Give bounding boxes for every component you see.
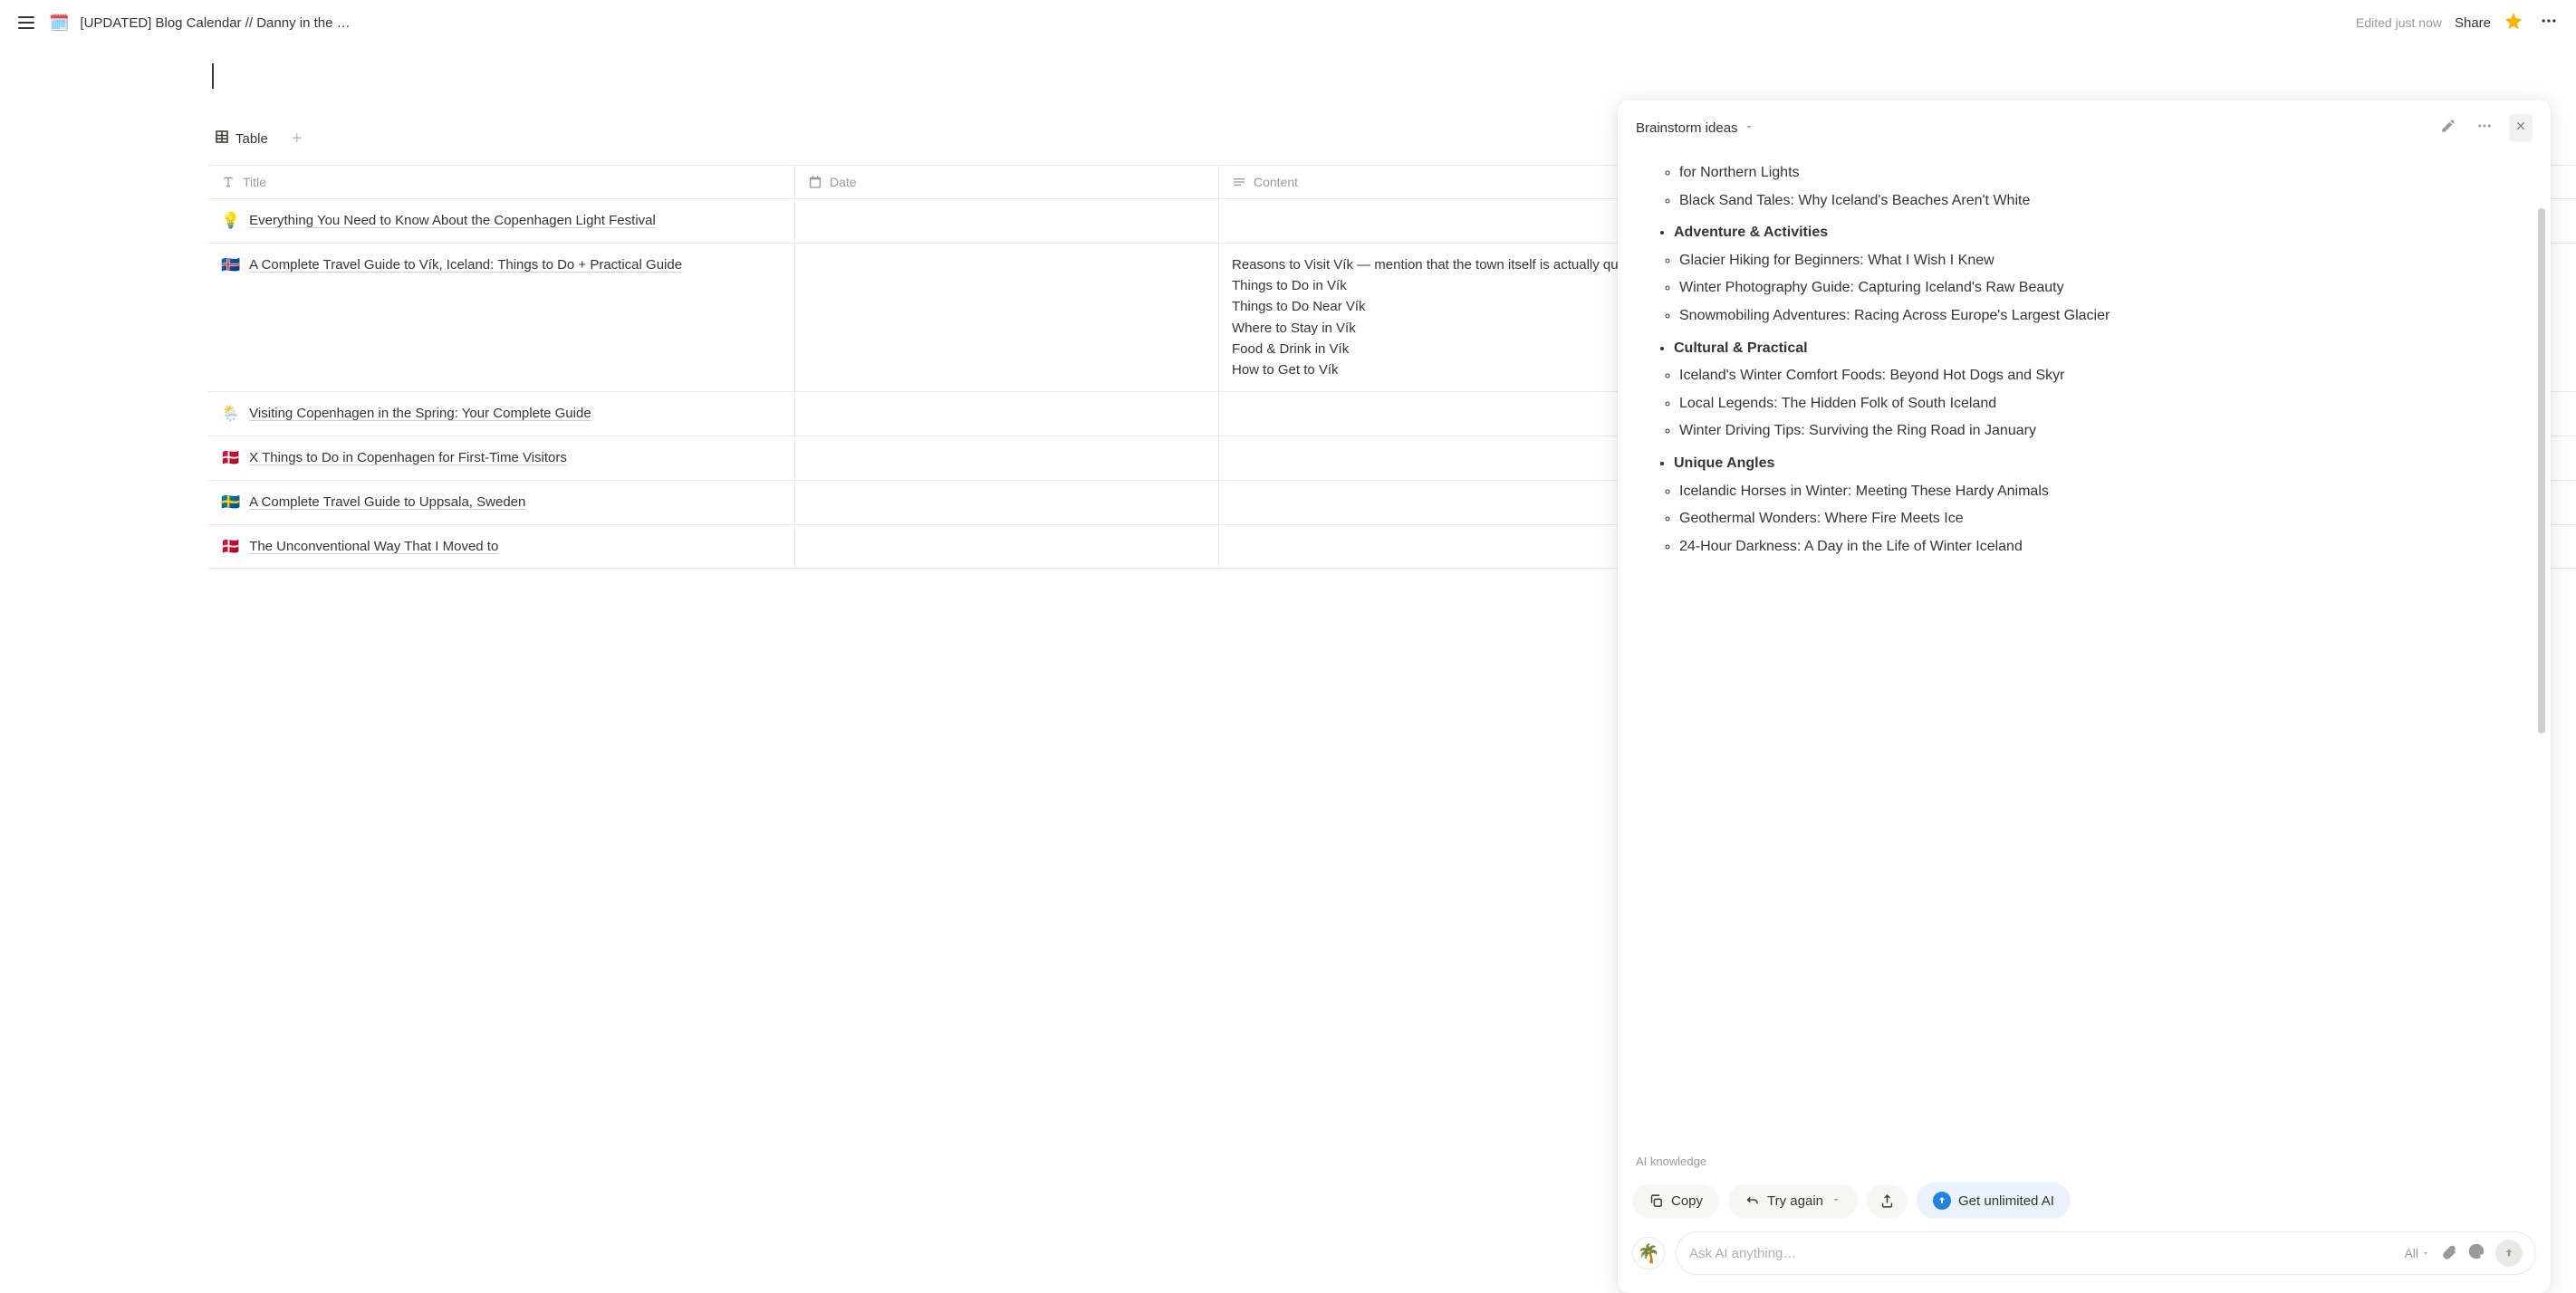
calendar-icon (808, 175, 822, 189)
menu-button[interactable] (14, 13, 38, 33)
row-date-cell[interactable] (795, 199, 1219, 243)
upgrade-button[interactable]: Get unlimited AI (1917, 1183, 2071, 1219)
list-item: Iceland's Winter Comfort Foods: Beyond H… (1679, 364, 2520, 388)
row-emoji: 🇩🇰 (221, 447, 240, 469)
section-heading: Cultural & Practical (1674, 337, 2520, 360)
scrollbar[interactable] (2538, 208, 2545, 733)
section-heading: Adventure & Activities (1674, 221, 2520, 244)
close-button[interactable] (2509, 114, 2533, 142)
row-emoji: 🇸🇪 (221, 492, 240, 513)
list-item: Glacier Hiking for Beginners: What I Wis… (1679, 249, 2520, 273)
row-emoji: 🇮🇸 (221, 254, 240, 276)
up-arrow-icon (1933, 1192, 1951, 1210)
send-button[interactable] (2495, 1240, 2523, 1267)
list-item: Geothermal Wonders: Where Fire Meets Ice (1679, 507, 2520, 531)
row-title[interactable]: A Complete Travel Guide to Vík, Iceland:… (249, 254, 682, 275)
list-item: for Northern Lights (1679, 161, 2520, 185)
chevron-down-icon (1744, 120, 1754, 137)
attachment-icon[interactable] (2441, 1243, 2457, 1264)
copy-icon (1648, 1193, 1664, 1209)
list-item: 24-Hour Darkness: A Day in the Life of W… (1679, 535, 2520, 559)
table-view-tab[interactable]: Table (207, 125, 275, 152)
ai-input-container[interactable]: All (1676, 1231, 2536, 1275)
share-ai-button[interactable] (1867, 1184, 1908, 1218)
row-title[interactable]: Visiting Copenhagen in the Spring: Your … (249, 403, 591, 424)
row-emoji: 🇩🇰 (221, 536, 240, 558)
edit-icon[interactable] (2437, 114, 2460, 142)
list-item: Winter Driving Tips: Surviving the Ring … (1679, 419, 2520, 443)
row-date-cell[interactable] (795, 244, 1219, 392)
edited-status: Edited just now (2356, 15, 2442, 30)
row-title[interactable]: X Things to Do in Copenhagen for First-T… (249, 447, 567, 468)
more-options-icon[interactable] (2536, 8, 2562, 38)
page-icon: 🗓️ (49, 14, 69, 33)
row-title[interactable]: The Unconventional Way That I Moved to (249, 536, 498, 557)
column-header-date[interactable]: Date (795, 166, 1219, 198)
ai-response-body[interactable]: for Northern Lights Black Sand Tales: Why… (1618, 157, 2551, 1147)
row-title[interactable]: A Complete Travel Guide to Uppsala, Swed… (249, 492, 525, 512)
favorite-star-icon[interactable] (2504, 11, 2523, 35)
chevron-down-icon (1831, 1193, 1841, 1209)
list-item: Local Legends: The Hidden Folk of South … (1679, 392, 2520, 416)
section-heading: Unique Angles (1674, 452, 2520, 475)
text-cursor[interactable] (212, 63, 214, 89)
ai-knowledge-label[interactable]: AI knowledge (1618, 1147, 2551, 1175)
more-dots-icon[interactable] (2473, 114, 2496, 142)
copy-button[interactable]: Copy (1632, 1184, 1719, 1218)
row-date-cell[interactable] (795, 525, 1219, 569)
ai-input[interactable] (1689, 1246, 2395, 1261)
row-date-cell[interactable] (795, 392, 1219, 436)
row-date-cell[interactable] (795, 481, 1219, 524)
mention-icon[interactable] (2468, 1243, 2485, 1264)
table-icon (214, 129, 230, 148)
page-title[interactable]: [UPDATED] Blog Calendar // Danny in the … (80, 15, 350, 31)
column-header-title[interactable]: Title (208, 166, 795, 198)
row-title[interactable]: Everything You Need to Know About the Co… (249, 210, 656, 231)
list-item: Icelandic Horses in Winter: Meeting Thes… (1679, 480, 2520, 503)
share-button[interactable]: Share (2455, 15, 2491, 31)
view-tab-label: Table (235, 131, 268, 147)
share-icon (1879, 1193, 1895, 1209)
ai-avatar: 🌴 (1632, 1237, 1665, 1269)
row-emoji: 💡 (221, 210, 240, 232)
scope-selector[interactable]: All (2404, 1246, 2430, 1260)
retry-icon (1745, 1193, 1760, 1209)
list-item: Black Sand Tales: Why Iceland's Beaches … (1679, 189, 2520, 213)
row-emoji: 🌦️ (221, 403, 240, 425)
row-date-cell[interactable] (795, 436, 1219, 480)
ai-panel: Brainstorm ideas for Northern Lights Blac… (1618, 100, 2551, 1293)
add-view-button[interactable]: + (286, 129, 308, 149)
list-item: Winter Photography Guide: Capturing Icel… (1679, 276, 2520, 300)
text-type-icon (221, 175, 235, 189)
try-again-button[interactable]: Try again (1728, 1184, 1858, 1218)
topbar: 🗓️ [UPDATED] Blog Calendar // Danny in t… (0, 0, 2576, 45)
ai-title-dropdown[interactable]: Brainstorm ideas (1636, 120, 1754, 137)
list-item: Snowmobiling Adventures: Racing Across E… (1679, 304, 2520, 328)
lines-icon (1232, 175, 1246, 189)
